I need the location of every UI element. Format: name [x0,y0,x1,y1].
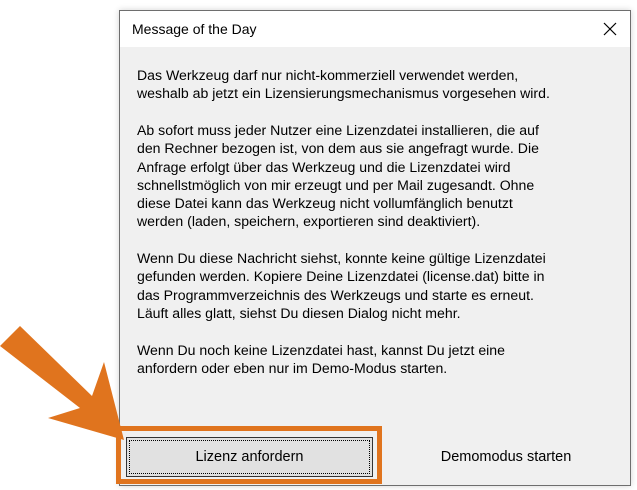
dialog-title-bar: Message of the Day [120,11,630,47]
dialog-message-area: Das Werkzeug darf nur nicht-kommerziell … [120,47,630,428]
dialog-title: Message of the Day [132,21,257,37]
request-license-button[interactable]: Lizenz anfordern [126,437,373,477]
message-paragraph-1: Das Werkzeug darf nur nicht-kommerziell … [137,67,550,102]
message-paragraph-2: Ab sofort muss jeder Nutzer eine Lizenzd… [137,122,539,230]
demo-mode-button[interactable]: Demomodus starten [384,437,628,477]
message-paragraph-4: Wenn Du noch keine Lizenzdatei hast, kan… [137,342,505,377]
message-paragraph-3: Wenn Du diese Nachricht siehst, konnte k… [137,250,546,321]
message-of-the-day-dialog: Message of the Day Das Werkzeug darf nur… [119,10,631,486]
screenshot-stage: Message of the Day Das Werkzeug darf nur… [0,0,637,490]
close-button[interactable] [590,11,630,47]
close-x-icon [603,22,617,36]
